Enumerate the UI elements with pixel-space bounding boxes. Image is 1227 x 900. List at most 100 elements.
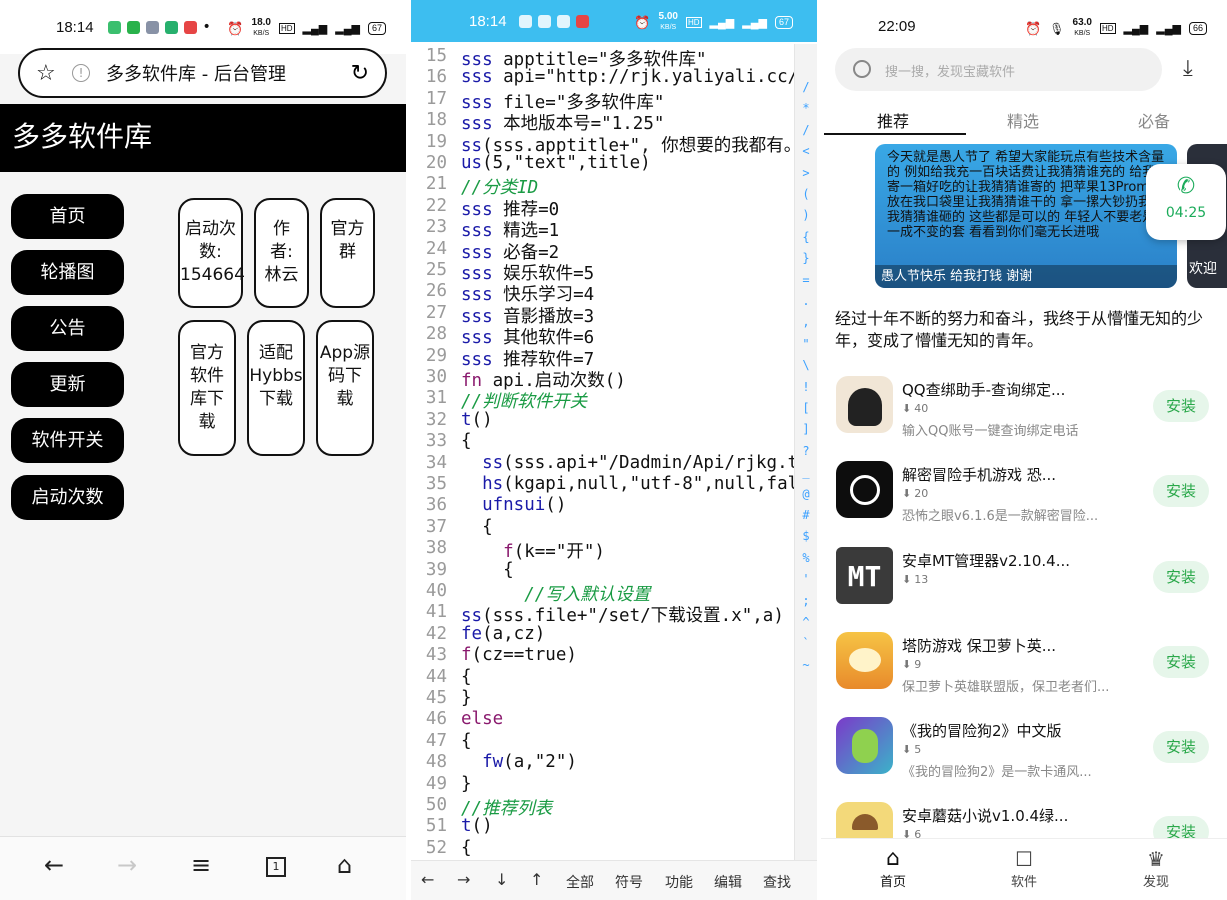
nav-carousel-button[interactable]: 轮播图 [11,250,124,295]
symbol-key[interactable]: ' [795,572,817,586]
app-source-download-card[interactable]: App源 码下 载 [316,320,374,456]
nav-notice-button[interactable]: 公告 [11,306,124,351]
symbol-key[interactable]: _ [795,465,817,479]
app-list-item[interactable]: MT 安卓MT管理器v2.10.4... ⬇ 13 安装 [821,547,1227,633]
app-desc: 《我的冒险狗2》是一款卡通风... [902,765,1092,780]
line-number: 39 [425,559,447,580]
arrow-right-icon[interactable]: → [457,870,470,889]
symbol-key[interactable]: # [795,508,817,522]
symbol-key[interactable]: ; [795,594,817,608]
symbol-key[interactable]: . [795,294,817,308]
install-button[interactable]: 安装 [1153,475,1209,507]
symbol-key[interactable]: ] [795,422,817,436]
symbol-key[interactable]: ` [795,636,817,650]
notification-icons: • [107,20,211,34]
line-number: 27 [425,302,447,323]
line-number: 40 [425,581,447,601]
app-downloads: ⬇ 5 [902,743,921,756]
code-area[interactable]: 15 sss apptitle="多多软件库" 16 sss api="http://… [411,44,817,862]
nav-switch-button[interactable]: 软件开关 [11,418,124,463]
hybbs-download-card[interactable]: 适配 Hybbs 下载 [247,320,305,456]
official-group-card[interactable]: 官方 群 [320,198,375,308]
nav-launch-count-button[interactable]: 启动次数 [11,475,124,520]
toolbar-all[interactable]: 全部 [566,872,594,892]
symbol-key[interactable]: { [795,230,817,244]
download-icon[interactable]: ⤓ [1183,56,1193,81]
symbol-key[interactable]: [ [795,401,817,415]
download-count-icon: ⬇ [902,573,912,586]
install-button[interactable]: 安装 [1153,561,1209,593]
app-list-item[interactable]: 塔防游戏 保卫萝卜英... ⬇ 9 保卫萝卜英雄联盟版，保卫老者们... 安装 [821,632,1227,718]
symbol-key[interactable]: $ [795,529,817,543]
arrow-left-icon[interactable]: ← [421,870,434,889]
install-button[interactable]: 安装 [1153,390,1209,422]
line-number: 43 [425,645,447,666]
nav-software[interactable]: ☐ 软件 [994,847,1054,890]
app-downloads: ⬇ 9 [902,658,921,671]
toolbar-find[interactable]: 查找 [763,872,791,892]
code-line: sss api="http://rjk.yaliyali.cc/" [461,67,809,87]
code-line: { [461,731,472,751]
symbol-key[interactable]: ? [795,444,817,458]
toolbar-edit[interactable]: 编辑 [714,872,742,892]
symbol-key[interactable]: > [795,166,817,180]
tab-recommend[interactable]: 推荐 [877,108,909,132]
tab-featured[interactable]: 精选 [1007,108,1039,132]
code-line: { [461,517,493,537]
tabs-icon[interactable]: 1 [266,857,286,877]
author-card[interactable]: 作 者: 林云 [254,198,309,308]
nav-home[interactable]: ⌂ 首页 [863,847,923,891]
symbol-key[interactable]: ( [795,187,817,201]
reload-icon[interactable]: ↻ [351,61,369,86]
tab-essential[interactable]: 必备 [1138,108,1170,132]
launch-count-card[interactable]: 启动次 数: 154664 [178,198,245,308]
nav-update-button[interactable]: 更新 [11,362,124,407]
symbol-key[interactable]: / [795,80,817,94]
symbol-key[interactable]: @ [795,487,817,501]
install-button[interactable]: 安装 [1153,646,1209,678]
symbol-key[interactable]: % [795,551,817,565]
carousel-banner[interactable]: 今天就是愚人节了 希望大家能玩点有些技术含量的 例如给我充一百块话费让我猜猜谁充… [875,144,1177,288]
symbol-key[interactable]: < [795,144,817,158]
toolbar-functions[interactable]: 功能 [665,872,693,892]
symbol-key[interactable]: ~ [795,658,817,672]
symbol-key[interactable]: = [795,273,817,287]
symbol-key[interactable]: } [795,251,817,265]
official-download-card[interactable]: 官方 软件 库下 载 [178,320,236,456]
symbol-key[interactable]: ) [795,208,817,222]
code-line: us(5,"text",title) [461,153,651,173]
symbol-key[interactable]: * [795,101,817,115]
carrot-defense-app-icon [836,632,893,689]
status-right: ⏰ 5.00 KB/S HD ▂▄▆ ▂▄▆ 67 [634,12,793,33]
code-line: t() [461,816,493,836]
crown-icon: ♛ [1147,847,1165,871]
symbol-key[interactable]: \ [795,358,817,372]
symbol-key[interactable]: ! [795,380,817,394]
arrow-up-icon[interactable]: ↑ [530,870,543,889]
arrow-down-icon[interactable]: ↓ [495,870,508,889]
app-list-item[interactable]: 解密冒险手机游戏 恐... ⬇ 20 恐怖之眼v6.1.6是一款解密冒险... 安… [821,461,1227,547]
forward-icon[interactable]: → [117,851,137,879]
search-input[interactable]: 搜一搜，发现宝藏软件 [835,48,1162,91]
home-icon[interactable]: ⌂ [337,851,352,879]
menu-icon[interactable]: ≡ [191,851,211,879]
symbol-key[interactable]: " [795,337,817,351]
code-line: ss(sss.api+"/Dadmin/Api/rjkg.txt" [461,453,817,473]
toolbar-symbols[interactable]: 符号 [615,872,643,892]
symbol-key[interactable]: ^ [795,615,817,629]
back-icon[interactable]: ← [44,851,64,879]
info-icon[interactable]: ! [72,64,90,82]
nav-home-button[interactable]: 首页 [11,194,124,239]
install-button[interactable]: 安装 [1153,731,1209,763]
star-icon[interactable]: ☆ [36,61,56,86]
address-bar[interactable]: ☆ ! 多多软件库 - 后台管理 ↻ [18,48,387,98]
call-floating-bubble[interactable]: ✆ 04:25 [1146,164,1226,240]
symbol-key[interactable]: / [795,123,817,137]
code-token: ss [482,452,504,473]
app-list-item[interactable]: 《我的冒险狗2》中文版 ⬇ 5 《我的冒险狗2》是一款卡通风... 安装 [821,717,1227,803]
app-list-item[interactable]: QQ查绑助手-查询绑定... ⬇ 40 输入QQ账号一键查询绑定电话 安装 [821,376,1227,462]
nav-discover[interactable]: ♛ 发现 [1126,847,1186,890]
card-value: 林云 [264,265,299,285]
symbol-key[interactable]: , [795,315,817,329]
